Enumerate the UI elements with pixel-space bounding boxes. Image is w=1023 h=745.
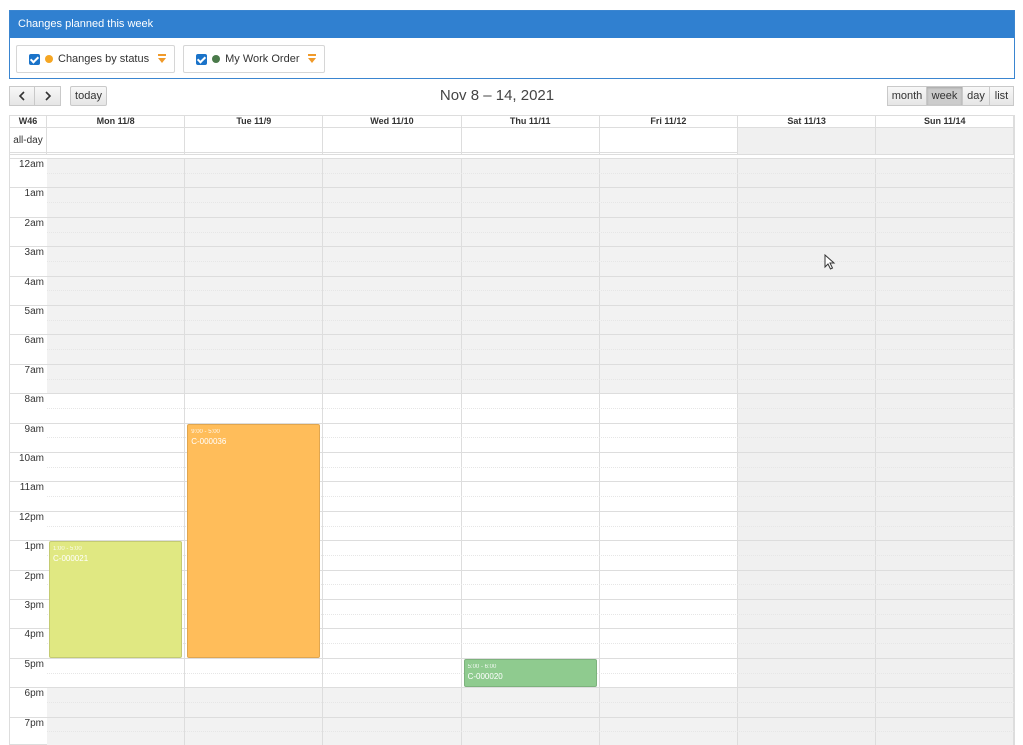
hour-label: 12pm xyxy=(18,511,44,523)
hour-line xyxy=(10,716,1014,718)
dropdown-caret-icon[interactable] xyxy=(308,53,317,63)
filter-label: My Work Order xyxy=(225,53,300,65)
filter-changes-by-status[interactable]: Changes by status xyxy=(16,45,176,73)
hour-line xyxy=(10,334,1014,336)
changes-panel: Changes planned this week Changes by sta… xyxy=(9,10,1015,79)
hour-label: 2am xyxy=(24,217,44,229)
hour-line xyxy=(10,363,1014,365)
hour-label: 1pm xyxy=(24,541,44,553)
week-calendar-grid: W46 Mon 11/8 Tue 11/9 Wed 11/10 Thu 11/11 Fr… xyxy=(9,115,1015,745)
all-day-cell[interactable] xyxy=(323,128,462,154)
hour-label: 4am xyxy=(24,276,44,288)
event-time: 1:00 - 5:00 xyxy=(53,546,82,553)
half-hour-line xyxy=(47,231,1014,233)
event-title: C-000021 xyxy=(53,554,89,564)
hour-label: 10am xyxy=(18,453,44,464)
day-header: Sat 11/13 xyxy=(738,116,877,127)
hour-label: 5pm xyxy=(24,658,44,670)
view-list-button[interactable]: list xyxy=(990,86,1014,106)
hour-label: 2pm xyxy=(24,570,44,582)
day-header: Sun 11/14 xyxy=(876,116,1015,127)
day-header: Mon 11/8 xyxy=(47,116,186,127)
hour-line xyxy=(10,158,1014,159)
event-time: 9:00 - 5:00 xyxy=(191,428,220,435)
hour-line xyxy=(10,305,1014,306)
hour-line xyxy=(10,187,1014,189)
all-day-label: all-day xyxy=(10,128,47,154)
hour-label: 3pm xyxy=(24,600,44,611)
hour-line xyxy=(10,275,1014,277)
hour-label: 7pm xyxy=(24,717,44,729)
event-time: 5:00 - 6:00 xyxy=(467,663,497,670)
hour-line xyxy=(10,687,1014,689)
hour-label: 7am xyxy=(24,364,44,376)
filter-bar: Changes by status My Work Order xyxy=(16,45,326,73)
dropdown-caret-icon[interactable] xyxy=(158,53,167,63)
hour-line xyxy=(10,216,1014,218)
status-dot-icon xyxy=(45,55,53,63)
hour-label: 4pm xyxy=(24,629,44,641)
half-hour-line xyxy=(47,172,1014,174)
all-day-cell[interactable] xyxy=(47,128,186,154)
half-hour-line xyxy=(47,407,1014,409)
hour-label: 6pm xyxy=(24,688,44,700)
status-dot-icon xyxy=(212,55,221,63)
mouse-cursor-icon xyxy=(824,254,836,270)
half-hour-line xyxy=(47,701,1014,703)
half-hour-line xyxy=(47,319,1014,321)
hour-label: 11am xyxy=(19,482,44,494)
checkbox-icon[interactable] xyxy=(196,53,208,65)
hour-label: 8am xyxy=(24,394,44,406)
day-header: Wed 11/10 xyxy=(323,116,462,127)
half-hour-line xyxy=(47,260,1014,262)
calendar-event[interactable]: 9:00 - 5:00 C-000036 xyxy=(187,423,321,658)
hour-line xyxy=(10,452,1014,453)
filter-label: Changes by status xyxy=(58,53,150,65)
day-header: Thu 11/11 xyxy=(462,116,600,127)
all-day-cell[interactable] xyxy=(600,128,738,154)
all-day-cell[interactable] xyxy=(462,128,600,154)
panel-title: Changes planned this week xyxy=(10,11,1014,38)
view-week-button[interactable]: week xyxy=(927,86,963,106)
half-hour-line xyxy=(47,378,1014,380)
hour-label: 3am xyxy=(24,247,44,259)
hour-line xyxy=(10,481,1014,483)
hour-label: 1am xyxy=(24,188,44,200)
calendar-event[interactable]: 1:00 - 5:00 C-000021 xyxy=(49,541,183,658)
hour-line xyxy=(10,246,1014,248)
half-hour-line xyxy=(47,202,1014,204)
view-switcher: month week day list xyxy=(887,86,1014,106)
all-day-cell[interactable] xyxy=(185,128,324,154)
half-hour-line xyxy=(47,290,1014,292)
calendar-event[interactable]: 5:00 - 6:00 C-000020 xyxy=(463,658,597,688)
all-day-row: all-day xyxy=(10,127,1015,155)
half-hour-line xyxy=(47,731,1014,733)
all-day-cell[interactable] xyxy=(876,128,1015,154)
hour-line xyxy=(10,510,1014,512)
view-day-button[interactable]: day xyxy=(963,86,990,106)
hour-line xyxy=(10,422,1014,424)
date-range-title: Nov 8 – 14, 2021 xyxy=(439,87,555,104)
week-number: W46 xyxy=(10,116,47,127)
filter-my-work-order[interactable]: My Work Order xyxy=(183,45,326,73)
hour-line xyxy=(10,393,1014,395)
hour-label: 6am xyxy=(24,335,44,347)
event-title: C-000020 xyxy=(467,671,503,681)
day-header: Tue 11/9 xyxy=(185,116,324,127)
calendar-toolbar: today Nov 8 – 14, 2021 month week day li… xyxy=(9,86,1015,108)
event-title: C-000036 xyxy=(191,436,227,446)
hour-label: 5am xyxy=(24,306,44,317)
all-day-cell[interactable] xyxy=(738,128,877,154)
day-header: Fri 11/12 xyxy=(600,116,738,127)
hour-label: 9am xyxy=(24,423,44,435)
checkbox-icon[interactable] xyxy=(29,53,40,65)
view-month-button[interactable]: month xyxy=(887,86,927,106)
half-hour-line xyxy=(47,349,1014,351)
hour-label: 12am xyxy=(18,159,44,170)
